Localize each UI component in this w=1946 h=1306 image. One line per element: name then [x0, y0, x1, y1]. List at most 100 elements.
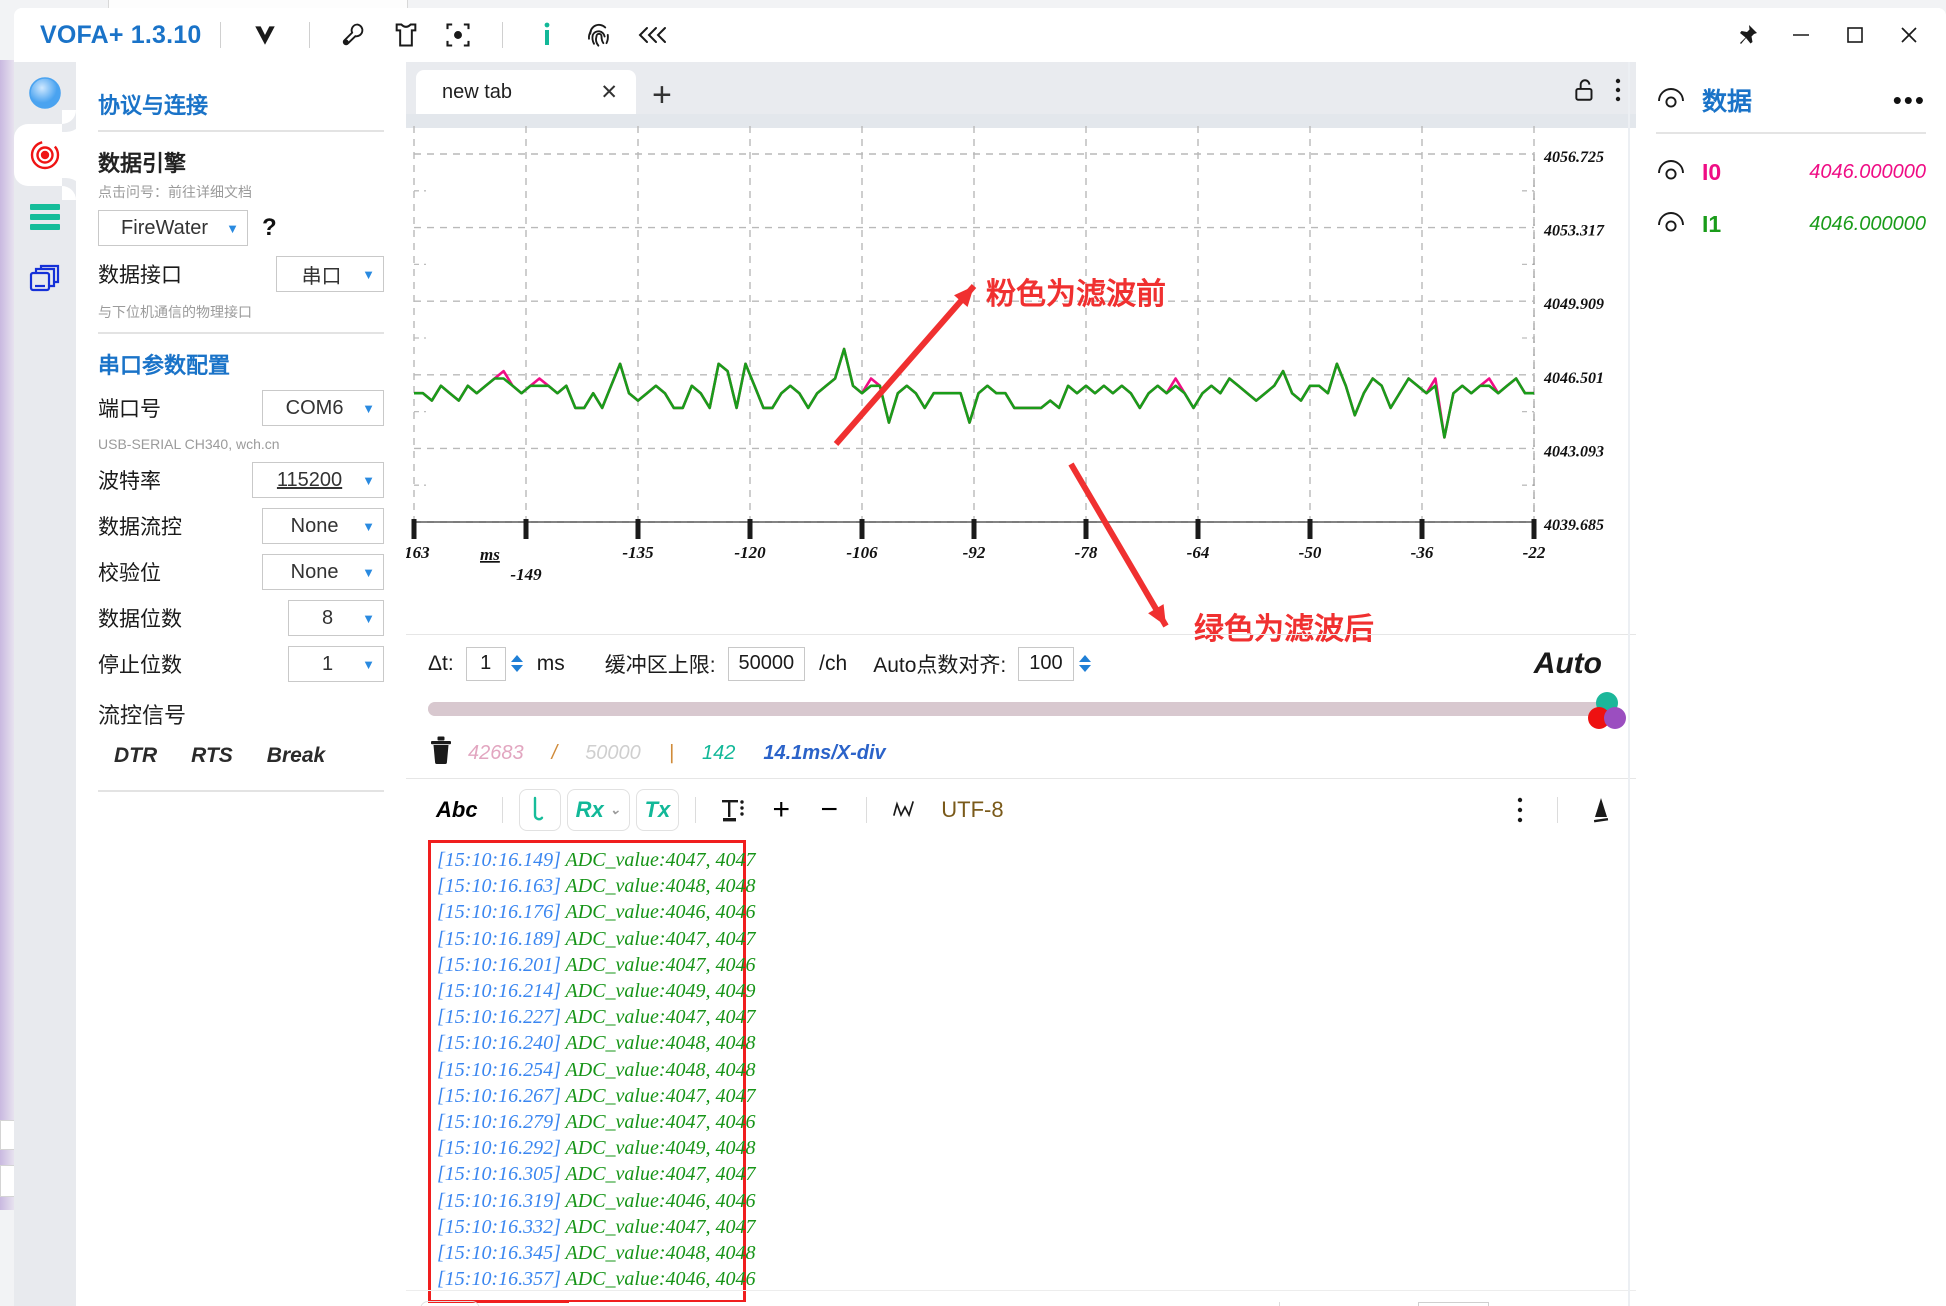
- more-horizontal-icon[interactable]: •••: [1893, 85, 1926, 116]
- terminal-log-highlight-box: [15:10:16.149] ADC_value:4047, 4047 [15:1…: [428, 840, 756, 1304]
- divider: [98, 332, 384, 334]
- log-timestamp: [15:10:16.227]: [437, 1006, 566, 1029]
- port-row: 端口号 COM6 ▼: [98, 390, 384, 426]
- divider: [866, 796, 868, 823]
- buffer-input[interactable]: 50000: [727, 646, 806, 681]
- data-interface-label: 数据接口: [98, 264, 182, 287]
- settings-panel: 协议与连接 数据引擎 点击问号：前往详细文档 FireWater ▼ ? 数据接…: [76, 62, 406, 1306]
- increase-font-button[interactable]: +: [760, 789, 802, 831]
- terminal-output[interactable]: [15:10:16.149] ADC_value:4047, 4047 [15:1…: [428, 840, 1610, 1304]
- send-input[interactable]: [568, 1301, 1262, 1306]
- pin-icon[interactable]: [1720, 15, 1774, 55]
- log-timestamp: [15:10:16.319]: [437, 1189, 566, 1212]
- dt-input[interactable]: 1: [465, 646, 506, 681]
- channel-color-dots[interactable]: [1584, 692, 1630, 730]
- data-row-i0[interactable]: I0 4046.000000: [1656, 146, 1926, 198]
- divider: [308, 22, 310, 48]
- data-panel: 数据 ••• I0 4046.000000 I1 4046.000000: [1636, 62, 1946, 1306]
- abc-format-button[interactable]: Abc: [428, 789, 486, 831]
- buffer-label: 缓冲区上限:: [604, 653, 716, 677]
- minimize-icon[interactable]: [1774, 15, 1828, 55]
- text-indent-icon[interactable]: [712, 789, 754, 831]
- align-input[interactable]: 100: [1018, 646, 1074, 681]
- chart-panel[interactable]: VOFA 4056.7254053.3174049.9094046.501404…: [406, 114, 1887, 646]
- tab-label: new tab: [442, 80, 513, 103]
- fingerprint-icon[interactable]: [582, 18, 616, 52]
- connect-icon[interactable]: [14, 110, 76, 200]
- break-button[interactable]: Break: [267, 744, 325, 768]
- divider: [1279, 1301, 1281, 1306]
- flowsignal-label: 流控信号: [98, 703, 187, 728]
- log-message: ADC_value:4047, 4047: [565, 1084, 756, 1107]
- more-vertical-icon[interactable]: [1614, 77, 1622, 108]
- help-button[interactable]: ?: [262, 214, 277, 242]
- send-format-button[interactable]: Abc: [420, 1300, 480, 1306]
- flow-select[interactable]: None ▼: [262, 508, 384, 544]
- dtr-button[interactable]: DTR: [114, 744, 157, 768]
- chart-scrollbar-thumb[interactable]: [428, 702, 1610, 716]
- terminal-toolbar: Abc Rx ⌄ Tx + − UTF-8: [406, 778, 1636, 840]
- rts-button[interactable]: RTS: [191, 744, 233, 768]
- rx-button[interactable]: Rx ⌄: [566, 788, 630, 831]
- tx-button[interactable]: Tx: [635, 788, 680, 831]
- add-tab-button[interactable]: +: [652, 78, 672, 112]
- eye-icon[interactable]: [1656, 211, 1686, 238]
- log-timestamp: [15:10:16.279]: [437, 1111, 566, 1134]
- chart-scrollbar[interactable]: [428, 702, 1610, 716]
- log-timestamp: [15:10:16.305]: [437, 1163, 566, 1186]
- terminal-log-line: [15:10:16.267] ADC_value:4047, 4047: [437, 1083, 756, 1109]
- databits-label: 数据位数: [98, 608, 182, 631]
- data-engine-select[interactable]: FireWater ▼: [98, 210, 248, 246]
- maximize-icon[interactable]: [1828, 15, 1882, 55]
- collapse-left-icon[interactable]: [634, 18, 668, 52]
- encoding-button[interactable]: UTF-8: [933, 789, 1011, 831]
- log-message: ADC_value:4048, 4048: [565, 875, 756, 898]
- more-vertical-icon[interactable]: [1499, 789, 1541, 831]
- close-icon[interactable]: ✕: [600, 80, 618, 105]
- chart-plot[interactable]: 4056.725 4053.317 4049.909 4046.501 4043.093…: [406, 114, 1636, 634]
- shirt-icon[interactable]: [389, 18, 423, 52]
- parity-select[interactable]: None ▼: [262, 554, 384, 590]
- log-message: ADC_value:4048, 4048: [565, 1242, 756, 1265]
- data-row-i1[interactable]: I1 4046.000000: [1656, 198, 1926, 250]
- port-select[interactable]: COM6 ▼: [262, 390, 384, 426]
- stopbits-select[interactable]: 1 ▼: [288, 646, 384, 682]
- buffer-slash: /: [551, 741, 558, 764]
- dt-stepper[interactable]: [510, 655, 523, 672]
- eraser-icon[interactable]: [1298, 1301, 1344, 1306]
- dt-unit: ms: [536, 651, 565, 675]
- terminal-log-line: [15:10:16.163] ADC_value:4048, 4048: [437, 873, 756, 899]
- baud-select[interactable]: 115200 ▼: [252, 462, 384, 498]
- dt-label: Δt:: [428, 651, 454, 675]
- divider: [695, 796, 697, 823]
- vofa-logo-icon[interactable]: [248, 18, 282, 52]
- line-ending-select[interactable]: \n ▼: [1418, 1301, 1490, 1306]
- y-axis-tick-label: 4043.093: [1543, 443, 1604, 460]
- flow-label: 数据流控: [98, 516, 182, 539]
- align-stepper[interactable]: [1078, 655, 1091, 672]
- unlock-icon[interactable]: [1572, 77, 1598, 108]
- data-interface-select[interactable]: 串口 ▼: [276, 256, 384, 292]
- wave-icon[interactable]: [883, 789, 927, 831]
- tab-new-tab[interactable]: new tab ✕: [416, 70, 636, 114]
- databits-select[interactable]: 8 ▼: [288, 600, 384, 636]
- decrease-font-button[interactable]: −: [808, 789, 850, 831]
- send-file-icon[interactable]: [488, 1301, 532, 1306]
- info-icon[interactable]: [530, 18, 564, 52]
- log-timestamp: [15:10:16.292]: [437, 1137, 566, 1160]
- eye-icon[interactable]: [1656, 87, 1686, 114]
- layers-icon[interactable]: [14, 248, 76, 310]
- chevron-down-icon: ▼: [362, 266, 375, 282]
- target-icon[interactable]: [441, 18, 475, 52]
- menu-list-icon[interactable]: [14, 186, 76, 248]
- close-icon[interactable]: [1882, 15, 1936, 55]
- history-icon[interactable]: ⌄: [1352, 1301, 1410, 1306]
- auto-button[interactable]: Auto: [1534, 647, 1602, 681]
- hook-icon[interactable]: [518, 788, 561, 831]
- trash-icon[interactable]: [428, 735, 454, 771]
- divider: [501, 22, 503, 48]
- eye-icon[interactable]: [1656, 159, 1686, 186]
- data-interface-value: 串口: [301, 265, 342, 288]
- eraser-icon[interactable]: [1574, 789, 1620, 831]
- wrench-icon[interactable]: [337, 18, 371, 52]
